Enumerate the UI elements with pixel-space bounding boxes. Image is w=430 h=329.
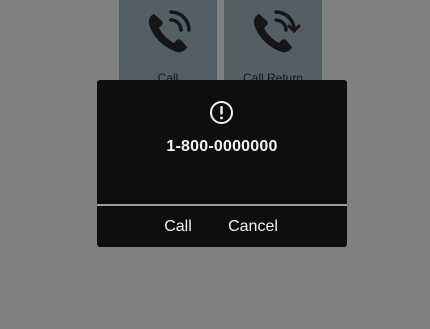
- call-button[interactable]: Call: [155, 213, 201, 241]
- phone-number: 1-800-0000000: [166, 138, 278, 155]
- alert-circle-icon: [210, 101, 233, 124]
- call-confirm-dialog: 1-800-0000000 Call Cancel: [97, 80, 347, 247]
- dialog-divider: [97, 204, 347, 206]
- cancel-button[interactable]: Cancel: [221, 213, 285, 241]
